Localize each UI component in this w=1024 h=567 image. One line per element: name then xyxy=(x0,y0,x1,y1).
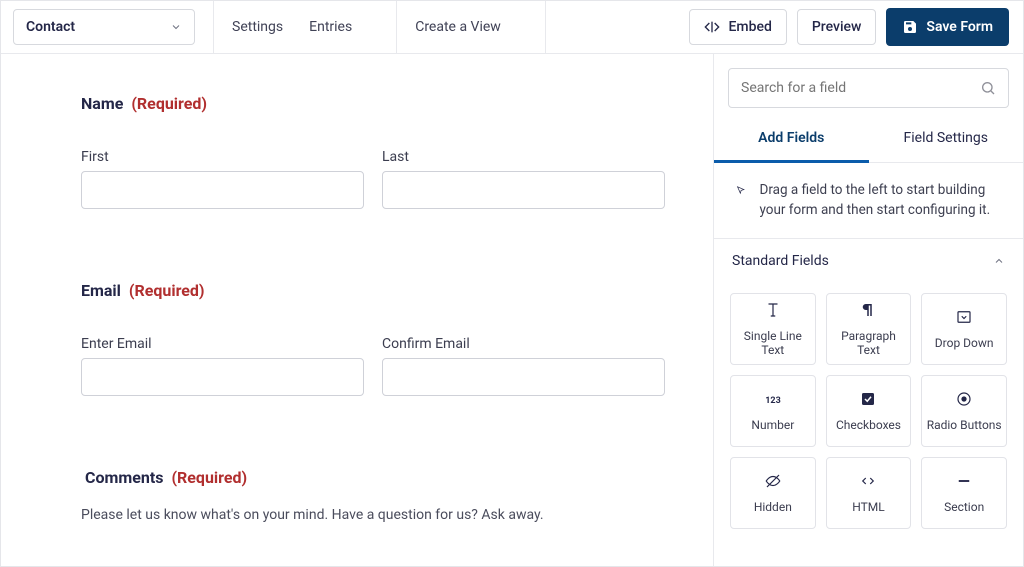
field-chip-hidden[interactable]: Hidden xyxy=(730,457,816,529)
paragraph-icon xyxy=(859,301,877,319)
chip-label: Single Line Text xyxy=(735,329,811,357)
chip-label: Number xyxy=(751,418,794,432)
chip-label: Drop Down xyxy=(935,336,994,350)
form-canvas: Name (Required) First Last Email (Requir… xyxy=(1,54,713,566)
dropdown-icon xyxy=(955,308,973,326)
divider xyxy=(213,1,214,54)
subfield-label: Enter Email xyxy=(81,336,364,352)
field-chip-paragraph[interactable]: Paragraph Text xyxy=(826,293,912,365)
save-icon xyxy=(902,19,918,35)
section-icon xyxy=(955,472,973,490)
chip-label: Section xyxy=(944,500,984,514)
nav-entries[interactable]: Entries xyxy=(309,19,352,35)
text-icon xyxy=(764,301,782,319)
field-name[interactable]: Name (Required) First Last xyxy=(81,94,665,209)
hidden-icon xyxy=(764,472,782,490)
standard-fields-header[interactable]: Standard Fields xyxy=(714,239,1023,283)
chip-label: Hidden xyxy=(754,500,792,514)
confirm-email-input[interactable] xyxy=(382,358,665,396)
nav-create-view[interactable]: Create a View xyxy=(415,19,501,35)
chip-label: Paragraph Text xyxy=(831,329,907,357)
checkbox-icon xyxy=(859,390,877,408)
preview-button[interactable]: Preview xyxy=(797,9,877,45)
chip-label: Checkboxes xyxy=(836,418,901,432)
field-email[interactable]: Email (Required) Enter Email Confirm Ema… xyxy=(81,281,665,396)
first-name-input[interactable] xyxy=(81,171,364,209)
search-field-box[interactable] xyxy=(728,68,1009,108)
divider xyxy=(396,1,397,54)
field-comments[interactable]: Comments (Required) Please let us know w… xyxy=(81,468,665,523)
chip-label: HTML xyxy=(852,500,885,514)
code-icon xyxy=(704,19,720,35)
tab-add-fields[interactable]: Add Fields xyxy=(714,114,869,163)
form-selector-label: Contact xyxy=(26,19,75,35)
form-selector[interactable]: Contact xyxy=(13,9,195,45)
drag-hint: Drag a field to the left to start buildi… xyxy=(714,163,1023,239)
divider xyxy=(545,1,546,54)
subfield-label: First xyxy=(81,149,364,165)
required-indicator: (Required) xyxy=(171,468,247,487)
svg-text:123: 123 xyxy=(765,396,781,406)
field-chip-dropdown[interactable]: Drop Down xyxy=(921,293,1007,365)
save-button[interactable]: Save Form xyxy=(886,8,1009,46)
chevron-up-icon xyxy=(993,255,1005,267)
enter-email-input[interactable] xyxy=(81,358,364,396)
field-label: Email xyxy=(81,281,121,300)
field-chip-radio[interactable]: Radio Buttons xyxy=(921,375,1007,447)
number-icon: 123 xyxy=(764,390,782,408)
chip-label: Radio Buttons xyxy=(927,418,1002,432)
field-label: Comments xyxy=(85,468,163,487)
field-label: Name xyxy=(81,94,123,113)
field-chip-section[interactable]: Section xyxy=(921,457,1007,529)
field-chip-html[interactable]: HTML xyxy=(826,457,912,529)
sidebar: Add Fields Field Settings Drag a field t… xyxy=(713,54,1023,566)
tab-field-settings[interactable]: Field Settings xyxy=(869,114,1024,162)
embed-button[interactable]: Embed xyxy=(689,9,786,45)
cursor-icon xyxy=(736,181,745,199)
search-input[interactable] xyxy=(741,80,972,96)
subfield-label: Confirm Email xyxy=(382,336,665,352)
field-chip-checkbox[interactable]: Checkboxes xyxy=(826,375,912,447)
last-name-input[interactable] xyxy=(382,171,665,209)
top-bar: Contact Settings Entries Create a View E… xyxy=(1,1,1023,54)
html-icon xyxy=(859,472,877,490)
field-chip-number[interactable]: 123 Number xyxy=(730,375,816,447)
radio-icon xyxy=(955,390,973,408)
search-icon xyxy=(980,80,996,96)
field-description: Please let us know what's on your mind. … xyxy=(81,507,665,523)
subfield-label: Last xyxy=(382,149,665,165)
nav-settings[interactable]: Settings xyxy=(232,19,283,35)
required-indicator: (Required) xyxy=(131,94,207,113)
chevron-down-icon xyxy=(170,21,182,33)
required-indicator: (Required) xyxy=(129,281,205,300)
field-chip-text[interactable]: Single Line Text xyxy=(730,293,816,365)
